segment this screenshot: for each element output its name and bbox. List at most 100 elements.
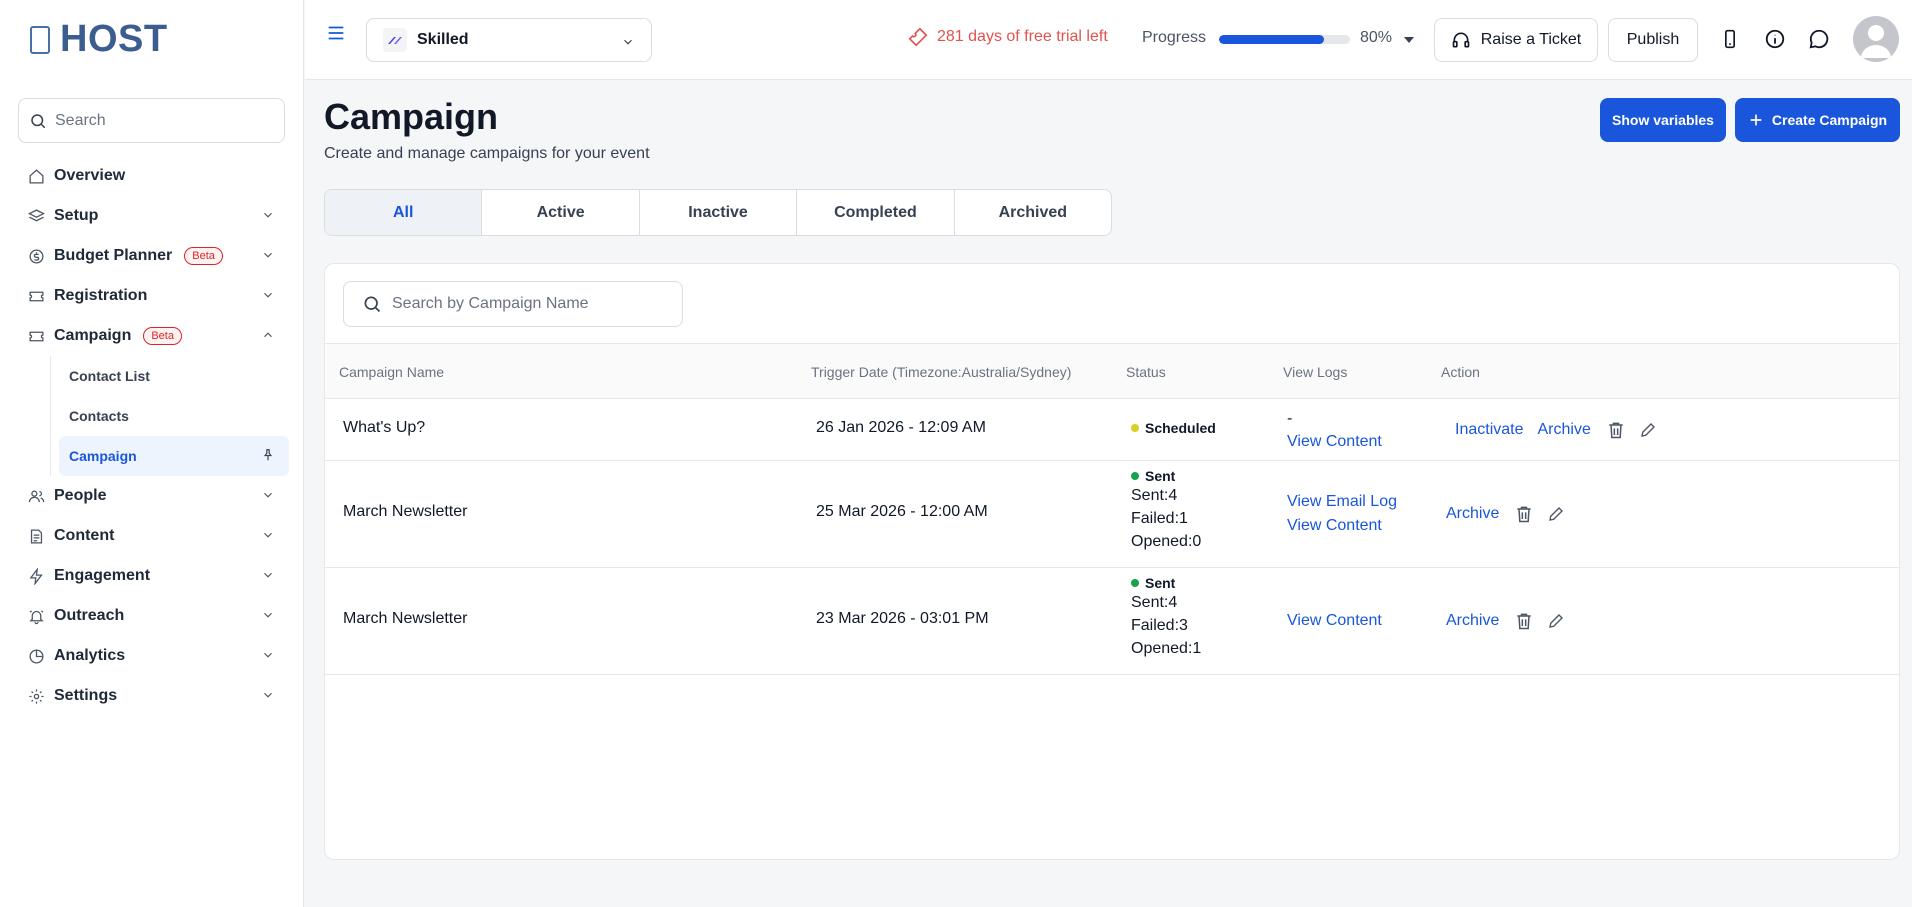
- pin-icon[interactable]: [261, 448, 275, 462]
- sidebar-item-label: Outreach: [54, 607, 125, 624]
- sidebar-item-budget-planner[interactable]: Budget Planner Beta: [18, 236, 289, 276]
- column-header-view-logs[interactable]: View Logs: [1283, 364, 1347, 380]
- table-row[interactable]: March Newsletter 25 Mar 2026 - 12:00 AM …: [325, 461, 1899, 568]
- status-text: Scheduled: [1145, 420, 1216, 436]
- chat-icon[interactable]: [1806, 26, 1832, 52]
- sidebar-item-label: People: [54, 487, 107, 504]
- show-variables-button[interactable]: Show variables: [1600, 98, 1726, 142]
- inactivate-link[interactable]: Inactivate: [1455, 418, 1523, 442]
- view-content-link[interactable]: View Content: [1287, 514, 1397, 538]
- sidebar-item-engagement[interactable]: Engagement: [18, 556, 289, 596]
- sidebar-item-label: Setup: [54, 207, 99, 224]
- info-icon[interactable]: [1762, 26, 1788, 52]
- tab-active[interactable]: Active: [482, 190, 640, 235]
- sidebar-item-content[interactable]: Content: [18, 516, 289, 556]
- edit-pencil-icon[interactable]: [1545, 610, 1567, 632]
- create-campaign-button[interactable]: Create Campaign: [1735, 98, 1900, 142]
- subnav-item-campaign[interactable]: Campaign: [59, 436, 289, 476]
- edit-pencil-icon[interactable]: [1637, 419, 1659, 441]
- opened-count: Opened:0: [1131, 533, 1202, 550]
- bell-icon: [26, 606, 46, 626]
- campaign-search-input[interactable]: [392, 295, 672, 313]
- status-dot: [1131, 579, 1139, 587]
- caret-down-icon[interactable]: [1403, 35, 1415, 45]
- pie-chart-icon: [26, 646, 46, 666]
- sidebar-item-label: Overview: [54, 167, 126, 184]
- trash-icon[interactable]: [1605, 419, 1627, 441]
- trash-icon[interactable]: [1513, 610, 1535, 632]
- column-header-action[interactable]: Action: [1441, 364, 1480, 380]
- status-badge: Sent: [1131, 468, 1201, 484]
- logo[interactable]: HOST: [30, 18, 168, 61]
- sidebar-item-settings[interactable]: Settings: [18, 676, 289, 716]
- trash-icon[interactable]: [1513, 503, 1535, 525]
- tab-archived[interactable]: Archived: [955, 190, 1111, 235]
- chevron-down-icon: [264, 292, 272, 298]
- logo-mark-icon: [30, 25, 50, 54]
- beta-badge: Beta: [184, 247, 223, 265]
- page-subtitle: Create and manage campaigns for your eve…: [324, 145, 650, 162]
- search-icon: [364, 296, 381, 313]
- sidebar-item-overview[interactable]: Overview: [18, 156, 289, 196]
- sidebar-item-label: Settings: [54, 687, 118, 704]
- sidebar-search-input[interactable]: [55, 111, 275, 130]
- sidebar-item-analytics[interactable]: Analytics: [18, 636, 289, 676]
- sidebar-item-people[interactable]: People: [18, 476, 289, 516]
- chevron-down-icon: [264, 532, 272, 538]
- campaign-name: March Newsletter: [343, 503, 468, 520]
- document-icon: [26, 526, 46, 546]
- failed-count: Failed:1: [1131, 510, 1188, 527]
- sidebar-item-setup[interactable]: Setup: [18, 196, 289, 236]
- view-content-link[interactable]: View Content: [1287, 430, 1382, 454]
- chevron-down-icon: [264, 612, 272, 618]
- status-text: Sent: [1145, 575, 1176, 591]
- table-row[interactable]: What's Up? 26 Jan 2026 - 12:09 AM Schedu…: [325, 399, 1899, 461]
- progress-percent: 80%: [1360, 29, 1393, 46]
- tab-completed[interactable]: Completed: [797, 190, 955, 235]
- view-content-link[interactable]: View Content: [1287, 609, 1382, 633]
- subnav-item-label: Campaign: [69, 448, 137, 464]
- ticket-tag-icon: [908, 27, 928, 47]
- lightning-icon: [26, 566, 46, 586]
- view-email-log-link[interactable]: View Email Log: [1287, 490, 1397, 514]
- publish-button[interactable]: Publish: [1608, 18, 1698, 62]
- top-header: Skilled 281 days of free trial left Prog…: [305, 0, 1912, 80]
- column-header-campaign-name[interactable]: Campaign Name: [339, 364, 444, 380]
- tab-inactive[interactable]: Inactive: [640, 190, 798, 235]
- trigger-date: 26 Jan 2026 - 12:09 AM: [816, 419, 986, 436]
- status-badge: Scheduled: [1131, 420, 1216, 436]
- subnav-item-contacts[interactable]: Contacts: [59, 396, 289, 436]
- opened-count: Opened:1: [1131, 640, 1202, 657]
- edit-pencil-icon[interactable]: [1545, 503, 1567, 525]
- headset-icon: [1452, 32, 1470, 48]
- ticket-icon: [26, 326, 46, 346]
- status-text: Sent: [1145, 468, 1176, 484]
- archive-link[interactable]: Archive: [1446, 609, 1499, 633]
- archive-link[interactable]: Archive: [1537, 418, 1590, 442]
- archive-link[interactable]: Archive: [1446, 502, 1499, 526]
- table-row[interactable]: March Newsletter 23 Mar 2026 - 03:01 PM …: [325, 568, 1899, 675]
- column-header-status[interactable]: Status: [1126, 364, 1166, 380]
- user-avatar[interactable]: [1853, 16, 1899, 62]
- sidebar-item-registration[interactable]: Registration: [18, 276, 289, 316]
- subnav-item-contact-list[interactable]: Contact List: [59, 356, 289, 396]
- hamburger-menu-icon[interactable]: [325, 22, 347, 44]
- event-name: Skilled: [417, 31, 469, 48]
- column-header-trigger-date[interactable]: Trigger Date (Timezone:Australia/Sydney): [811, 364, 1071, 380]
- chevron-down-icon: [264, 652, 272, 658]
- raise-ticket-button[interactable]: Raise a Ticket: [1434, 18, 1598, 62]
- event-selector[interactable]: Skilled: [366, 18, 652, 62]
- tab-all[interactable]: All: [325, 190, 483, 235]
- sidebar-item-outreach[interactable]: Outreach: [18, 596, 289, 636]
- status-badge: Sent: [1131, 575, 1201, 591]
- users-icon: [26, 486, 46, 506]
- sidebar-item-campaign[interactable]: Campaign Beta: [18, 316, 289, 356]
- status-cell: Sent Sent:4 Failed:1 Opened:0: [1131, 468, 1201, 553]
- trigger-date: 25 Mar 2026 - 12:00 AM: [816, 503, 988, 520]
- mobile-preview-icon[interactable]: [1717, 26, 1743, 52]
- campaign-search[interactable]: [343, 281, 683, 327]
- progress-bar: [1219, 35, 1350, 44]
- trial-notice[interactable]: 281 days of free trial left: [907, 26, 1108, 48]
- sent-count: Sent:4: [1131, 594, 1178, 611]
- sidebar-search[interactable]: [18, 98, 285, 143]
